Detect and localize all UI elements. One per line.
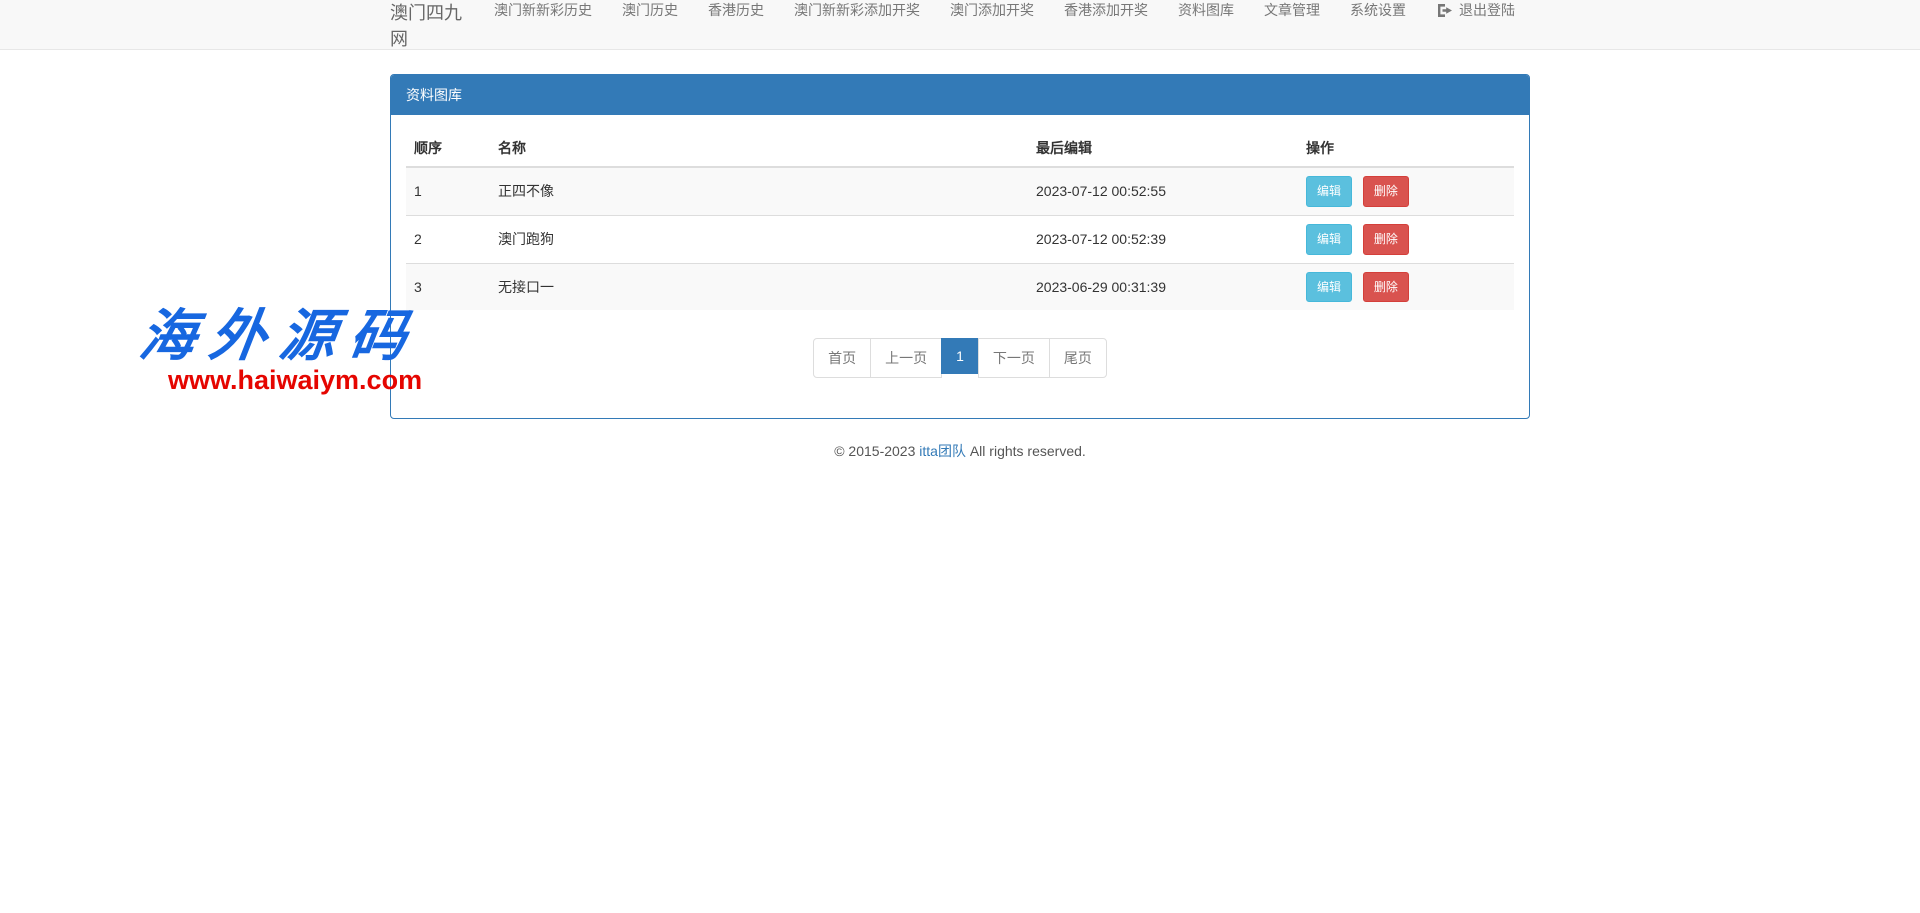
- cell-last-edited: 2023-07-12 00:52:39: [1028, 215, 1298, 263]
- cell-actions: 编辑 删除: [1298, 263, 1514, 310]
- nav-item-hongkong-history[interactable]: 香港历史: [693, 0, 779, 20]
- nav-item-macau-history[interactable]: 澳门历史: [607, 0, 693, 20]
- cell-actions: 编辑 删除: [1298, 167, 1514, 215]
- nav-item-article-management[interactable]: 文章管理: [1249, 0, 1335, 20]
- logout-link[interactable]: 退出登陆: [1421, 0, 1530, 20]
- main-content: 资料图库 顺序 名称 最后编辑 操作 1 正四不像 2023-07-12 00:…: [0, 50, 1920, 461]
- table-row: 1 正四不像 2023-07-12 00:52:55 编辑 删除: [406, 167, 1514, 215]
- cell-order: 2: [406, 215, 490, 263]
- nav-item-macau-add-draw[interactable]: 澳门添加开奖: [935, 0, 1049, 20]
- pagination-last[interactable]: 尾页: [1049, 338, 1107, 378]
- panel-body: 顺序 名称 最后编辑 操作 1 正四不像 2023-07-12 00:52:55…: [391, 115, 1529, 418]
- gallery-panel: 资料图库 顺序 名称 最后编辑 操作 1 正四不像 2023-07-12 00:…: [390, 74, 1530, 419]
- cell-name: 无接口一: [490, 263, 1028, 310]
- top-navbar: 澳门四九网 澳门新新彩历史 澳门历史 香港历史 澳门新新彩添加开奖 澳门添加开奖…: [0, 0, 1920, 50]
- delete-button[interactable]: 删除: [1363, 176, 1409, 207]
- cell-last-edited: 2023-07-12 00:52:55: [1028, 167, 1298, 215]
- column-header-last-edited: 最后编辑: [1028, 130, 1298, 167]
- edit-button[interactable]: 编辑: [1306, 224, 1352, 255]
- cell-actions: 编辑 删除: [1298, 215, 1514, 263]
- nav-item-macau-xinxin-history[interactable]: 澳门新新彩历史: [479, 0, 607, 20]
- nav-item-hongkong-add-draw[interactable]: 香港添加开奖: [1049, 0, 1163, 20]
- logout-label: 退出登陆: [1459, 0, 1515, 20]
- edit-button[interactable]: 编辑: [1306, 176, 1352, 207]
- pagination-container: 首页 上一页 1 下一页 尾页: [406, 338, 1514, 378]
- table-row: 3 无接口一 2023-06-29 00:31:39 编辑 删除: [406, 263, 1514, 310]
- footer-rights: All rights reserved.: [970, 443, 1086, 459]
- sign-out-icon: [1436, 3, 1453, 18]
- footer-team-link[interactable]: itta团队: [919, 443, 966, 459]
- cell-name: 正四不像: [490, 167, 1028, 215]
- column-header-actions: 操作: [1298, 130, 1514, 167]
- cell-order: 3: [406, 263, 490, 310]
- pagination-first[interactable]: 首页: [813, 338, 871, 378]
- edit-button[interactable]: 编辑: [1306, 272, 1352, 303]
- table-header-row: 顺序 名称 最后编辑 操作: [406, 130, 1514, 167]
- panel-title: 资料图库: [391, 75, 1529, 115]
- nav-item-macau-xinxin-add-draw[interactable]: 澳门新新彩添加开奖: [779, 0, 935, 20]
- delete-button[interactable]: 删除: [1363, 224, 1409, 255]
- column-header-order: 顺序: [406, 130, 490, 167]
- nav-item-system-settings[interactable]: 系统设置: [1335, 0, 1421, 20]
- cell-name: 澳门跑狗: [490, 215, 1028, 263]
- footer-copyright: © 2015-2023: [834, 443, 915, 459]
- column-header-name: 名称: [490, 130, 1028, 167]
- cell-order: 1: [406, 167, 490, 215]
- nav-item-image-gallery[interactable]: 资料图库: [1163, 0, 1249, 20]
- pagination-page-1[interactable]: 1: [941, 338, 979, 374]
- cell-last-edited: 2023-06-29 00:31:39: [1028, 263, 1298, 310]
- brand-logo[interactable]: 澳门四九网: [390, 0, 479, 49]
- main-nav: 澳门新新彩历史 澳门历史 香港历史 澳门新新彩添加开奖 澳门添加开奖 香港添加开…: [479, 0, 1530, 49]
- table-row: 2 澳门跑狗 2023-07-12 00:52:39 编辑 删除: [406, 215, 1514, 263]
- pagination: 首页 上一页 1 下一页 尾页: [813, 338, 1107, 378]
- pagination-next[interactable]: 下一页: [978, 338, 1050, 378]
- gallery-table: 顺序 名称 最后编辑 操作 1 正四不像 2023-07-12 00:52:55…: [406, 130, 1514, 310]
- delete-button[interactable]: 删除: [1363, 272, 1409, 303]
- pagination-prev[interactable]: 上一页: [870, 338, 942, 378]
- footer: © 2015-2023 itta团队 All rights reserved.: [0, 441, 1920, 461]
